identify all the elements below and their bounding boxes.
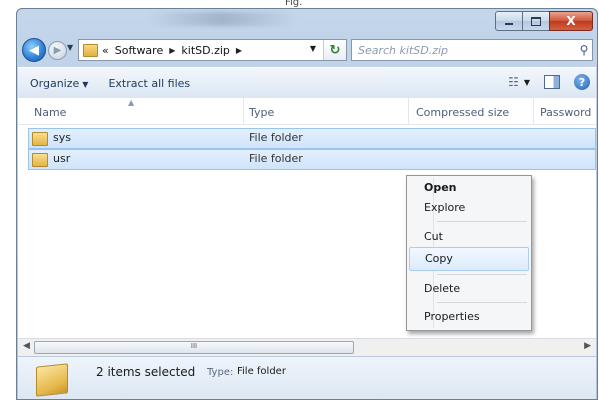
maximize-icon	[531, 16, 541, 26]
column-divider[interactable]	[533, 98, 534, 124]
breadcrumb-chevron-icon[interactable]: ▶	[169, 46, 175, 55]
breadcrumb-chevron-icon[interactable]: ▶	[236, 46, 242, 55]
menu-separator	[437, 221, 527, 222]
folder-icon	[32, 153, 48, 167]
selection-count: 2 items selected	[96, 365, 196, 379]
search-icon[interactable]: ⚲	[576, 43, 592, 57]
context-menu: Open Explore Cut Copy Delete Properties	[406, 175, 532, 331]
back-button[interactable]: ◀	[22, 38, 46, 62]
horizontal-scrollbar[interactable]: ◀ III ▶	[18, 338, 596, 356]
scroll-left-icon[interactable]: ◀	[23, 341, 30, 351]
recent-pages-dropdown[interactable]: ▼	[67, 43, 73, 52]
menu-item-explore[interactable]: Explore	[409, 197, 529, 219]
close-button[interactable]: X	[549, 11, 593, 31]
view-details-icon[interactable]: ☷	[508, 75, 519, 89]
scrollbar-thumb[interactable]: III	[34, 341, 354, 354]
chevron-down-icon: ▼	[82, 79, 89, 89]
menu-item-properties-label: Properties	[424, 310, 480, 323]
details-type-label: Type:	[207, 367, 234, 378]
menu-item-copy[interactable]: Copy	[409, 247, 529, 271]
menu-item-open-label: Open	[424, 181, 457, 194]
file-type: File folder	[249, 131, 303, 144]
refresh-button[interactable]: ↻	[323, 40, 346, 60]
file-type: File folder	[249, 152, 303, 165]
menu-item-delete-label: Delete	[424, 282, 461, 295]
column-header-password[interactable]: Password	[540, 106, 591, 119]
organize-label: Organize	[30, 76, 80, 90]
menu-separator	[437, 302, 527, 303]
minimize-icon	[505, 23, 513, 25]
command-bar: Organize ▼ Extract all files ☷ ▼ ?	[18, 67, 596, 99]
extract-all-button[interactable]: Extract all files	[108, 77, 190, 90]
folder-icon	[83, 43, 98, 57]
search-input[interactable]: Search kitSD.zip	[352, 44, 576, 57]
navigation-bar: ◀ ▶ ▼ « Software ▶ kitSD.zip ▶ ▼ ↻ Searc…	[17, 37, 597, 65]
preview-pane-icon[interactable]	[544, 75, 560, 89]
file-row-usr[interactable]: usr File folder	[28, 149, 596, 170]
scroll-right-icon[interactable]: ▶	[584, 341, 591, 351]
minimize-button[interactable]	[495, 11, 523, 31]
forward-button[interactable]: ▶	[48, 41, 67, 60]
column-header-type[interactable]: Type	[249, 106, 274, 119]
column-divider[interactable]	[243, 98, 244, 124]
breadcrumb-software[interactable]: Software	[115, 44, 164, 57]
view-controls: ☷ ▼ ?	[508, 74, 590, 90]
column-header-name[interactable]: Name	[34, 106, 66, 119]
back-arrow-icon: ◀	[29, 42, 39, 58]
sort-ascending-icon: ▲	[128, 98, 135, 107]
column-header-compressed-size[interactable]: Compressed size	[416, 106, 509, 119]
view-options-dropdown-icon[interactable]: ▼	[524, 78, 530, 87]
details-pane: 2 items selected Type: File folder	[18, 356, 596, 399]
address-dropdown-icon[interactable]: ▼	[310, 44, 316, 53]
organize-menu-button[interactable]: Organize ▼	[30, 77, 88, 90]
scrollbar-grip: III	[190, 342, 198, 350]
menu-separator	[437, 274, 527, 275]
menu-item-properties[interactable]: Properties	[409, 306, 529, 328]
menu-item-copy-label: Copy	[425, 252, 453, 265]
figure-label-text: Fig.	[285, 0, 303, 8]
help-icon[interactable]: ?	[574, 74, 590, 90]
menu-item-delete[interactable]: Delete	[409, 278, 529, 300]
title-blur-decoration	[147, 12, 297, 26]
address-bar[interactable]: « Software ▶ kitSD.zip ▶ ▼ ↻	[78, 39, 347, 61]
close-icon: X	[566, 14, 576, 28]
file-name: usr	[53, 152, 71, 165]
breadcrumb-kitsd-zip[interactable]: kitSD.zip	[181, 44, 230, 57]
window-controls: X	[495, 11, 593, 31]
menu-item-explore-label: Explore	[424, 201, 466, 214]
refresh-icon: ↻	[329, 42, 341, 58]
breadcrumb-overflow[interactable]: «	[102, 44, 109, 57]
menu-item-open[interactable]: Open	[409, 177, 529, 199]
folder-icon	[36, 363, 68, 397]
explorer-window: X ◀ ▶ ▼ « Software ▶ kitSD.zip ▶ ▼ ↻ Sea…	[16, 8, 598, 400]
menu-item-cut-label: Cut	[424, 230, 443, 243]
folder-icon	[32, 132, 48, 146]
file-name: sys	[53, 131, 71, 144]
forward-arrow-icon: ▶	[53, 45, 62, 56]
maximize-button[interactable]	[522, 11, 550, 31]
search-box[interactable]: Search kitSD.zip ⚲	[351, 39, 593, 61]
details-type-value: File folder	[237, 366, 286, 377]
menu-item-cut[interactable]: Cut	[409, 226, 529, 248]
column-header-row: ▲ Name Type Compressed size Password	[18, 98, 596, 125]
title-bar[interactable]: X	[17, 9, 597, 35]
column-divider[interactable]	[408, 98, 409, 124]
file-row-sys[interactable]: sys File folder	[28, 128, 596, 149]
